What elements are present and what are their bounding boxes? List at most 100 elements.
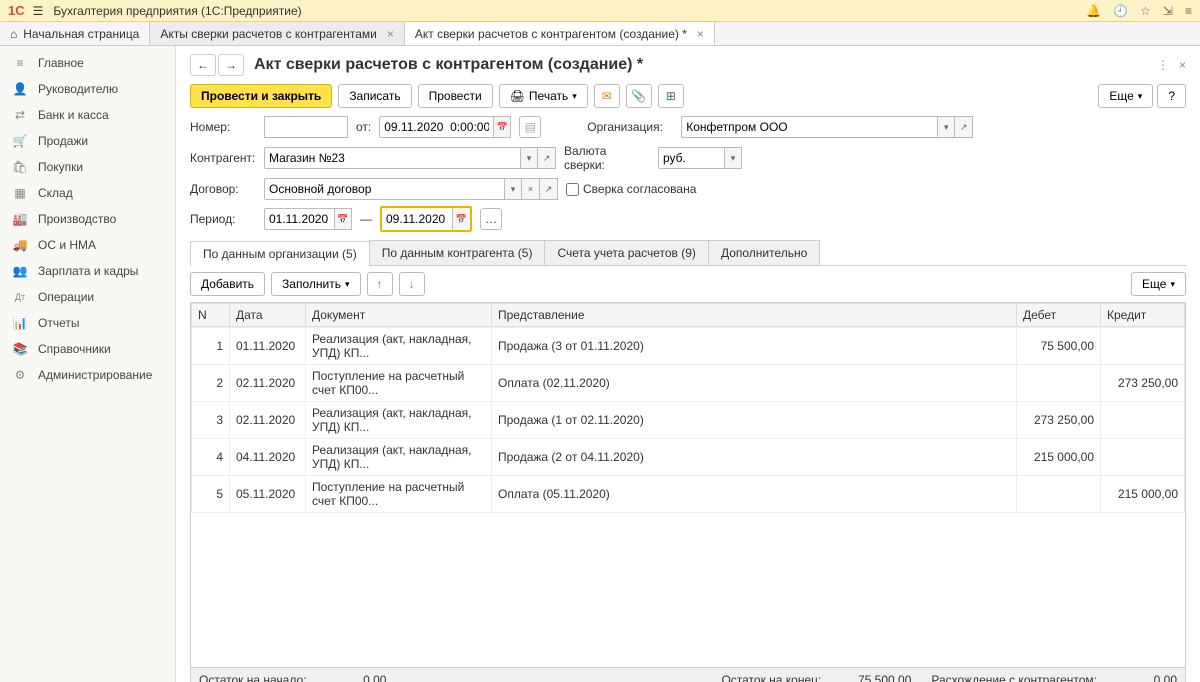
open-icon[interactable]: ↗ [955,116,973,138]
sidebar-item-production[interactable]: 🏭Производство [0,206,175,232]
col-repr[interactable]: Представление [492,304,1017,327]
cell-repr: Оплата (02.11.2020) [492,365,1017,402]
cell-date: 02.11.2020 [230,365,306,402]
open-icon[interactable]: ↗ [538,147,556,169]
contract-input[interactable] [264,178,504,200]
move-up-button[interactable]: ↑ [367,272,393,296]
contragent-input[interactable] [264,147,520,169]
currency-label: Валюта сверки: [564,144,650,172]
doc-icon[interactable]: ▤ [519,116,541,138]
home-tab[interactable]: ⌂ Начальная страница [0,22,150,45]
sidebar-item-assets[interactable]: 🚚ОС и НМА [0,232,175,258]
cell-credit [1101,439,1185,476]
settings-icon[interactable]: ≡ [1185,4,1192,18]
bag-icon: 🛍 [12,160,28,174]
table-row[interactable]: 3 02.11.2020 Реализация (акт, накладная,… [192,402,1185,439]
table-row[interactable]: 1 01.11.2020 Реализация (акт, накладная,… [192,328,1185,365]
menu-icon[interactable]: ☰ [33,4,44,18]
cell-doc: Реализация (акт, накладная, УПД) КП... [306,328,492,365]
app-title: Бухгалтерия предприятия (1С:Предприятие) [53,4,1086,18]
sidebar-item-admin[interactable]: ⚙Администрирование [0,362,175,388]
close-page-icon[interactable]: × [1179,58,1186,72]
sidebar-item-directories[interactable]: 📚Справочники [0,336,175,362]
sidebar-item-reports[interactable]: 📊Отчеты [0,310,175,336]
cell-debit: 215 000,00 [1017,439,1101,476]
col-debit[interactable]: Дебет [1017,304,1101,327]
currency-input[interactable] [658,147,724,169]
help-button[interactable]: ? [1157,84,1186,108]
write-button[interactable]: Записать [338,84,411,108]
table-row[interactable]: 4 04.11.2020 Реализация (акт, накладная,… [192,439,1185,476]
calendar-icon[interactable]: 📅 [334,208,352,230]
move-down-button[interactable]: ↓ [399,272,425,296]
kebab-icon[interactable]: ⋮ [1157,58,1169,72]
tabstrip-tab-2[interactable]: Счета учета расчетов (9) [544,240,708,265]
org-input[interactable] [681,116,937,138]
tab-0[interactable]: Акты сверки расчетов с контрагентами × [150,22,404,45]
sidebar-item-salary[interactable]: 👥Зарплата и кадры [0,258,175,284]
star-icon[interactable]: ☆ [1140,4,1151,18]
dropdown-icon[interactable]: ▾ [937,116,955,138]
mail-button[interactable]: ✉ [594,84,620,108]
cell-doc: Поступление на расчетный счет КП00... [306,365,492,402]
col-date[interactable]: Дата [230,304,306,327]
sidebar-item-operations[interactable]: ДтОперации [0,284,175,310]
dropdown-icon[interactable]: ▾ [504,178,522,200]
cell-date: 02.11.2020 [230,402,306,439]
cell-doc: Реализация (акт, накладная, УПД) КП... [306,402,492,439]
back-button[interactable]: ← [190,54,216,76]
period-label: Период: [190,212,256,226]
table-more-button[interactable]: Еще [1131,272,1186,296]
col-doc[interactable]: Документ [306,304,492,327]
cell-date: 05.11.2020 [230,476,306,513]
close-icon[interactable]: × [387,27,394,41]
sidebar-item-warehouse[interactable]: ▦Склад [0,180,175,206]
home-tab-label: Начальная страница [23,27,139,41]
more-button[interactable]: Еще [1098,84,1153,108]
cell-n: 2 [192,365,230,402]
related-button[interactable]: ⊞ [658,84,684,108]
history-icon[interactable]: 🕘 [1113,4,1128,18]
calendar-icon[interactable]: 📅 [493,116,511,138]
add-button[interactable]: Добавить [190,272,265,296]
from-label: от: [356,120,371,134]
col-credit[interactable]: Кредит [1101,304,1185,327]
sidebar-item-label: Продажи [38,134,88,148]
dropdown-icon[interactable]: ▾ [520,147,538,169]
tab-1[interactable]: Акт сверки расчетов с контрагентом (созд… [405,22,715,45]
sidebar-item-manager[interactable]: 👤Руководителю [0,76,175,102]
fill-button[interactable]: Заполнить [271,272,360,296]
attach-button[interactable]: 📎 [626,84,652,108]
print-button[interactable]: 🖨Печать [499,84,588,108]
dropdown-icon[interactable]: ▾ [724,147,742,169]
open-icon[interactable]: ↗ [540,178,558,200]
post-button[interactable]: Провести [418,84,493,108]
sidebar-item-bank[interactable]: ⇄Банк и касса [0,102,175,128]
table-row[interactable]: 2 02.11.2020 Поступление на расчетный сч… [192,365,1185,402]
close-icon[interactable]: × [697,27,704,41]
org-label: Организация: [587,120,673,134]
date-input[interactable] [379,116,493,138]
tabstrip-tab-0[interactable]: По данным организации (5) [190,241,370,266]
link-icon[interactable]: ⇲ [1163,4,1173,18]
calendar-icon[interactable]: 📅 [452,208,470,230]
table-row[interactable]: 5 05.11.2020 Поступление на расчетный сч… [192,476,1185,513]
period-from-input[interactable] [264,208,334,230]
cell-credit [1101,402,1185,439]
sidebar-item-purchases[interactable]: 🛍Покупки [0,154,175,180]
home-icon: ⌂ [10,27,17,41]
tabstrip-tab-3[interactable]: Дополнительно [708,240,820,265]
sidebar-item-main[interactable]: ≡Главное [0,50,175,76]
bell-icon[interactable]: 🔔 [1086,4,1101,18]
agreed-checkbox[interactable] [566,183,579,196]
col-n[interactable]: N [192,304,230,327]
tab-label: Акты сверки расчетов с контрагентами [160,27,376,41]
period-picker-button[interactable]: … [480,208,502,230]
post-close-button[interactable]: Провести и закрыть [190,84,332,108]
clear-icon[interactable]: × [522,178,540,200]
forward-button[interactable]: → [218,54,244,76]
tabstrip-tab-1[interactable]: По данным контрагента (5) [369,240,546,265]
number-input[interactable] [264,116,348,138]
period-to-input[interactable] [382,208,452,230]
sidebar-item-sales[interactable]: 🛒Продажи [0,128,175,154]
